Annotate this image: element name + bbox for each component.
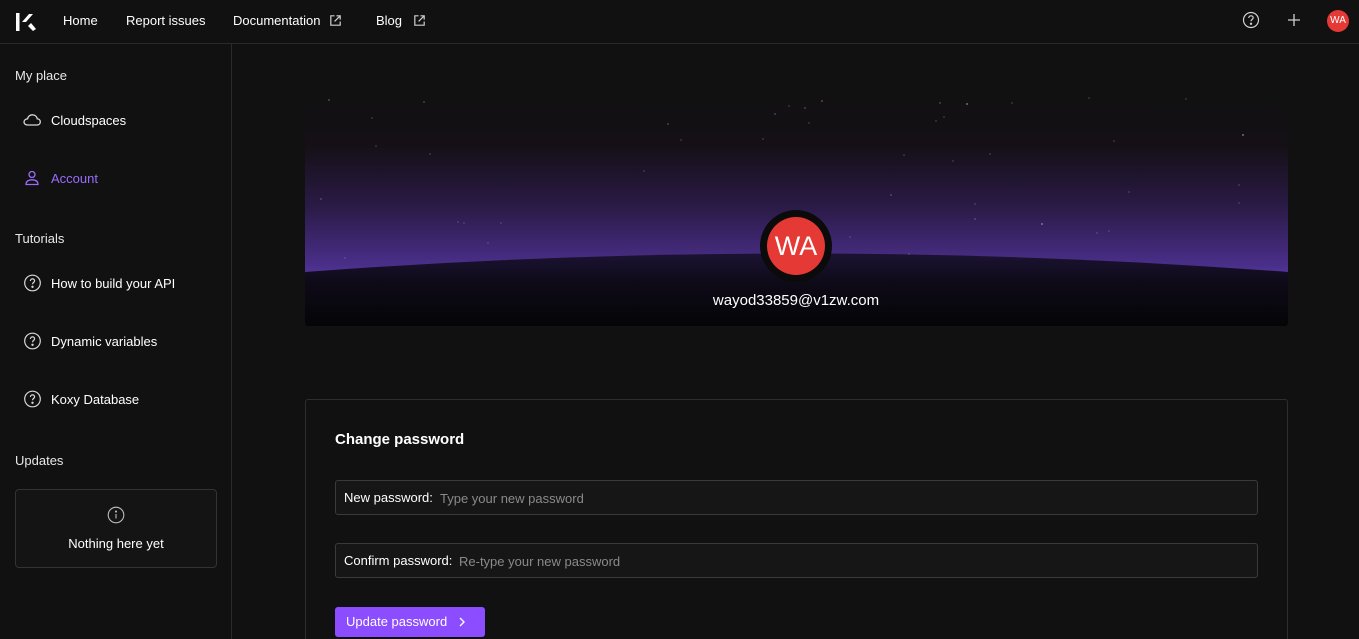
external-link-icon (414, 15, 425, 26)
help-circle-icon (24, 332, 41, 350)
koxy-logo-icon[interactable] (14, 10, 38, 34)
sidebar-item-account[interactable]: Account (22, 167, 212, 189)
sidebar-item-dynamic-variables[interactable]: Dynamic variables (22, 330, 212, 352)
user-avatar[interactable]: WA (1327, 10, 1349, 32)
help-circle-icon (24, 274, 41, 292)
chevron-right-icon (459, 617, 465, 627)
section-title-tutorials: Tutorials (15, 231, 65, 246)
sidebar-item-koxy-database[interactable]: Koxy Database (22, 388, 212, 410)
nav-report-issues-link[interactable]: Report issues (126, 13, 205, 29)
updates-panel: Nothing here yet (15, 489, 217, 568)
new-password-field: New password: (335, 480, 1258, 515)
profile-avatar[interactable]: WA (760, 210, 832, 282)
confirm-password-field: Confirm password: (335, 543, 1258, 578)
plus-icon[interactable] (1286, 12, 1302, 28)
new-password-label: New password: (344, 490, 433, 505)
external-link-icon (330, 15, 341, 26)
nav-documentation-link[interactable]: Documentation (233, 13, 320, 29)
profile-banner (305, 85, 1288, 326)
starfield-banner-image (305, 85, 1288, 326)
sidebar-item-label: Account (51, 171, 98, 186)
section-title-updates: Updates (15, 453, 64, 468)
top-navbar: Home Report issues Documentation Blog WA (0, 0, 1359, 44)
help-circle-icon (24, 390, 41, 408)
change-password-card: Change password New password: Confirm pa… (305, 399, 1288, 639)
profile-avatar-initials: WA (767, 217, 825, 275)
help-icon[interactable] (1242, 11, 1260, 29)
confirm-password-label: Confirm password: (344, 553, 453, 568)
update-password-label: Update password (346, 614, 448, 629)
sidebar-item-label: Dynamic variables (51, 334, 158, 349)
change-password-title: Change password (335, 431, 465, 448)
sidebar-item-label: How to build your API (51, 276, 176, 291)
sidebar-item-how-to-build-your-api[interactable]: How to build your API (22, 272, 212, 294)
confirm-password-input[interactable] (459, 549, 1059, 573)
info-icon (107, 506, 125, 524)
sidebar-item-label: Koxy Database (51, 392, 140, 407)
new-password-input[interactable] (440, 486, 1040, 510)
cloud-icon (23, 114, 41, 126)
update-password-button[interactable]: Update password (335, 607, 485, 637)
sidebar-item-cloudspaces[interactable]: Cloudspaces (22, 109, 212, 131)
nav-home-link[interactable]: Home (63, 13, 98, 29)
updates-empty-text: Nothing here yet (68, 536, 164, 551)
profile-email: wayod33859@v1zw.com (712, 292, 880, 309)
sidebar: My place Cloudspaces Account Tutorials H… (0, 44, 232, 639)
section-title-my-place: My place (15, 68, 68, 83)
sidebar-item-label: Cloudspaces (51, 113, 127, 128)
nav-blog-link[interactable]: Blog (376, 13, 402, 29)
user-icon (25, 170, 39, 186)
